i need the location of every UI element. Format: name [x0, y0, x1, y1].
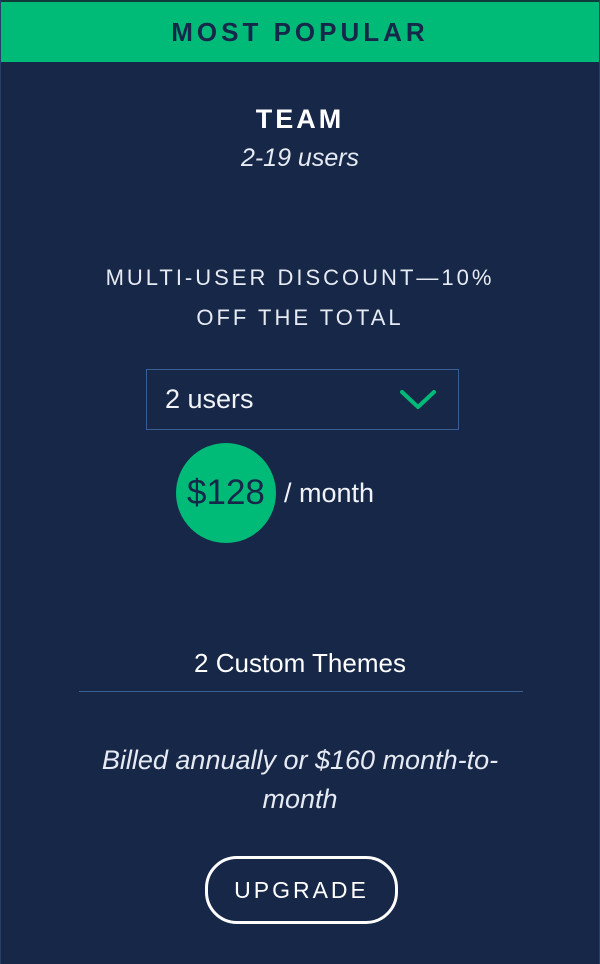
- price-row: $128 / month: [1, 443, 599, 543]
- most-popular-banner: MOST POPULAR: [1, 0, 599, 62]
- feature-custom-themes: 2 Custom Themes: [194, 648, 406, 678]
- discount-line-2: OFF THE TOTAL: [196, 305, 404, 330]
- users-select-value: 2 users: [165, 384, 254, 414]
- pricing-card: MOST POPULAR TEAM 2-19 users MULTI-USER …: [0, 0, 600, 964]
- price-amount: $128: [175, 443, 276, 543]
- users-select[interactable]: 2 users: [146, 369, 459, 430]
- chevron-down-icon: [400, 389, 436, 409]
- upgrade-button[interactable]: UPGRADE: [205, 856, 398, 924]
- banner-label: MOST POPULAR: [171, 16, 429, 47]
- discount-line-1: MULTI-USER DISCOUNT—10%: [105, 265, 495, 290]
- discount-text: MULTI-USER DISCOUNT—10% OFF THE TOTAL: [61, 258, 539, 338]
- billing-note: Billed annually or $160 month-to-month: [101, 745, 499, 814]
- divider: [79, 691, 523, 692]
- plan-users-range: 2-19 users: [240, 144, 360, 172]
- price-period: / month: [283, 477, 375, 508]
- plan-name: TEAM: [255, 104, 345, 134]
